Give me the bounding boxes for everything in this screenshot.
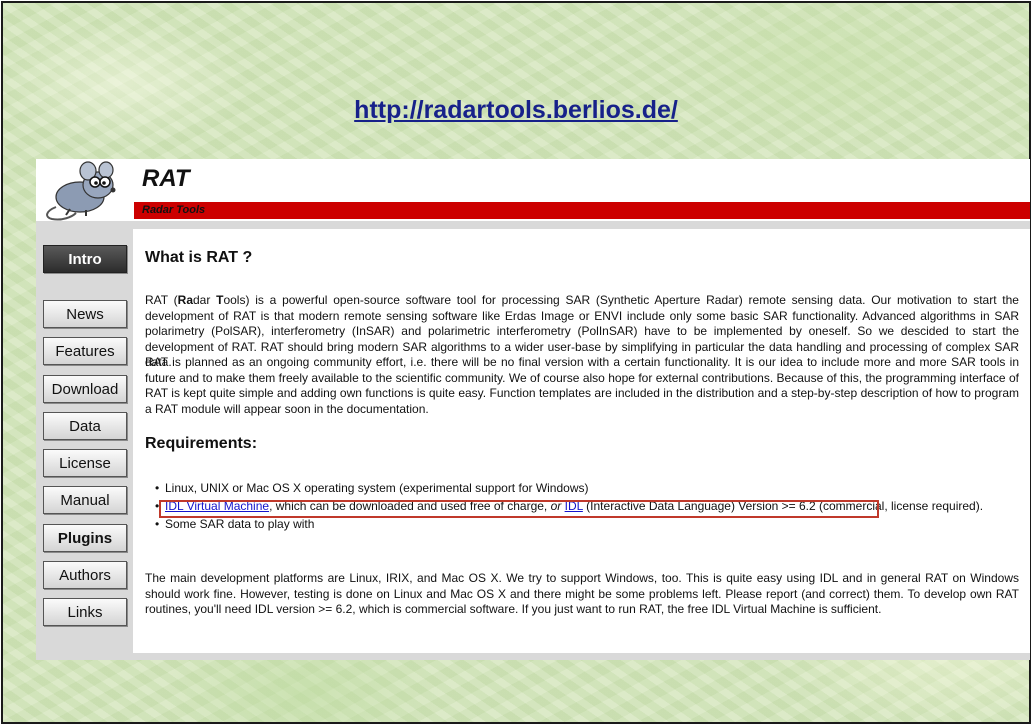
webpage-screenshot: RAT Radar Tools Intro News Features Down… [36,159,1030,660]
platforms-paragraph: The main development platforms are Linux… [145,571,1019,616]
site-header: RAT Radar Tools [36,159,1030,221]
para1-text: RAT ( [145,293,178,307]
heading-what-is-rat: What is RAT ? [145,249,253,266]
site-subtitle: Radar Tools [142,204,206,216]
header-red-bar [134,202,1030,219]
nav-manual-button[interactable]: Manual [43,486,127,514]
list-item: Linux, UNIX or Mac OS X operating system… [155,479,1015,497]
nav-features-button[interactable]: Features [43,337,127,365]
para1-text: dar [193,293,217,307]
rat-mascot-icon [46,161,116,221]
nav-links-button[interactable]: Links [43,598,127,626]
footer-blank [137,621,262,653]
nav-news-button[interactable]: News [43,300,127,328]
heading-requirements: Requirements: [145,435,258,452]
nav-license-button[interactable]: License [43,449,127,477]
nav-download-button[interactable]: Download [43,375,127,403]
site-title: RAT [142,165,190,192]
para1-bold: Ra [177,293,193,307]
nav-intro-button[interactable]: Intro [43,245,127,273]
highlight-annotation-box [159,500,879,518]
nav-plugins-button[interactable]: Plugins [43,524,127,552]
nav-authors-button[interactable]: Authors [43,561,127,589]
main-content: What is RAT ? RAT (Radar Tools) is a pow… [133,229,1030,653]
community-paragraph: RAT is planned as an ongoing community e… [145,355,1019,416]
slide: http://radartools.berlios.de/ RAT Radar … [1,1,1031,724]
slide-url-link[interactable]: http://radartools.berlios.de/ [3,96,1029,125]
nav-data-button[interactable]: Data [43,412,127,440]
